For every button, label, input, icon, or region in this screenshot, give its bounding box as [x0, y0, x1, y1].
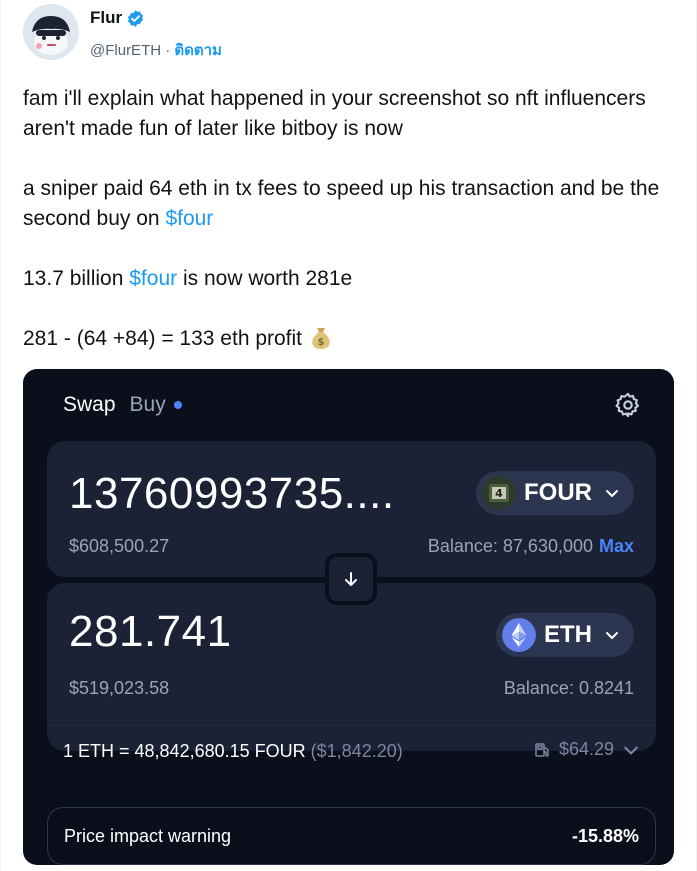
tab-buy[interactable]: Buy: [130, 393, 182, 417]
gear-icon[interactable]: [614, 391, 642, 419]
svg-text:4: 4: [495, 487, 503, 500]
avatar[interactable]: [23, 4, 79, 60]
cashtag-link[interactable]: $four: [165, 207, 213, 230]
exchange-rate: 1 ETH = 48,842,680.15 FOUR ($1,842.20): [63, 741, 403, 762]
tweet-text-segment: a sniper paid 64 eth in tx fees to speed…: [23, 177, 660, 230]
exchange-rate-usd: ($1,842.20): [310, 741, 403, 761]
from-balance: Balance: 87,630,000 Max: [428, 536, 634, 557]
from-balance-text: Balance: 87,630,000: [427, 536, 593, 556]
to-usd-value: $519,023.58: [69, 678, 170, 698]
rate-row[interactable]: 1 ETH = 48,842,680.15 FOUR ($1,842.20) $…: [47, 725, 656, 779]
warning-label: Price impact warning: [64, 826, 232, 846]
eth-token-icon: [502, 618, 536, 652]
swap-direction-button[interactable]: [325, 553, 377, 605]
svg-text:$: $: [317, 337, 324, 348]
handle-row: @FlurETH · ติดตาม: [90, 38, 222, 62]
new-dot-icon: [173, 401, 182, 409]
tweet-paragraph-3: 13.7 billion $four is now worth 281e: [23, 264, 683, 294]
warning-value: -15.88%: [571, 826, 639, 846]
tweet-paragraph-1: fam i'll explain what happened in your s…: [23, 87, 646, 140]
from-amount-input[interactable]: 13760993735....: [69, 469, 395, 519]
tweet-paragraph-4: 281 - (64 +84) = 133 eth profit $: [23, 324, 683, 354]
gas-pump-icon: [535, 742, 549, 757]
from-usd-value: $608,500.27: [69, 536, 170, 556]
follow-button[interactable]: ติดตาม: [174, 42, 222, 59]
tab-swap[interactable]: Swap: [63, 393, 116, 417]
chevron-down-icon: [606, 632, 618, 639]
gas-value: $64.29: [558, 739, 614, 759]
screenshot-media[interactable]: Swap Buy 13760993735.... 4 FOUR $608,500…: [23, 369, 674, 865]
tweet-text-segment: 13.7 billion: [23, 267, 130, 290]
tweet-text-segment: 281 - (64 +84) = 133 eth profit: [23, 327, 308, 350]
display-name-text[interactable]: Flur: [90, 8, 122, 28]
tweet-paragraph-2: a sniper paid 64 eth in tx fees to speed…: [23, 174, 683, 234]
from-token-symbol: FOUR: [524, 479, 592, 506]
swap-tabs: Swap Buy: [63, 393, 182, 417]
tweet-card: Flur @FlurETH · ติดตาม fam i'll explain …: [0, 0, 697, 871]
price-impact-warning: Price impact warning -15.88%: [47, 807, 656, 865]
left-border: [0, 0, 1, 871]
chevron-down-icon: [624, 746, 638, 754]
chevron-down-icon: [606, 490, 618, 497]
max-button[interactable]: Max: [599, 536, 634, 556]
display-name[interactable]: Flur: [90, 8, 145, 28]
tab-buy-label: Buy: [129, 393, 166, 416]
four-token-icon: 4: [482, 476, 516, 510]
tweet-text: fam i'll explain what happened in your s…: [23, 84, 683, 384]
to-balance: Balance: 0.8241: [503, 678, 634, 698]
from-token-selector[interactable]: 4 FOUR: [476, 471, 634, 515]
separator: ·: [165, 42, 171, 59]
arrow-down-icon: [345, 572, 357, 586]
gas-estimate[interactable]: $64.29: [533, 739, 640, 760]
exchange-rate-text: 1 ETH = 48,842,680.15 FOUR: [63, 741, 306, 761]
to-amount-input[interactable]: 281.741: [69, 607, 232, 657]
verified-badge-icon: [128, 9, 144, 27]
to-token-symbol: ETH: [544, 621, 592, 648]
cashtag-link[interactable]: $four: [129, 267, 177, 290]
tweet-text-segment: is now worth 281e: [177, 267, 353, 290]
swap-widget: Swap Buy 13760993735.... 4 FOUR $608,500…: [23, 369, 674, 865]
to-token-selector[interactable]: ETH: [496, 613, 634, 657]
handle[interactable]: @FlurETH: [90, 42, 161, 59]
divider: [47, 725, 656, 726]
money-bag-icon: $: [312, 328, 330, 349]
